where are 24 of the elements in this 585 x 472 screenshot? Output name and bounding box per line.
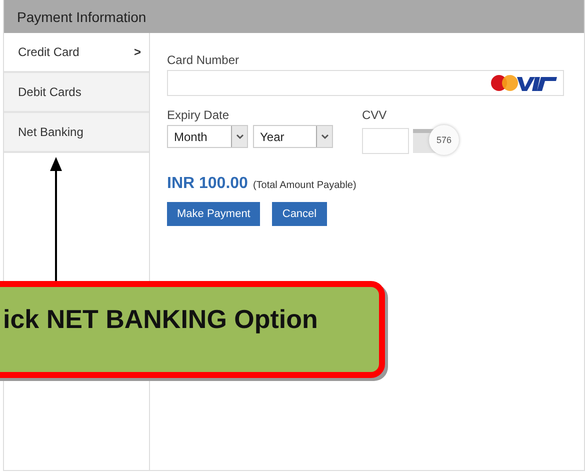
year-select[interactable]: Year (253, 125, 333, 148)
callout-text: ick NET BANKING Option (3, 304, 318, 335)
panel-title: Payment Information (17, 8, 146, 24)
card-number-label: Card Number (167, 53, 240, 67)
arrow-icon (49, 157, 63, 283)
form-button[interactable]: Make Payment (167, 202, 260, 226)
cvv-field[interactable] (362, 128, 409, 154)
card-number-field[interactable] (167, 70, 564, 96)
cvv-hint: 576 (436, 135, 452, 145)
form-button[interactable]: Cancel (272, 202, 327, 226)
item-label: Debit Cards (18, 85, 82, 99)
month-select[interactable]: Month (167, 125, 248, 148)
amount-note: (Total Amount Payable) (252, 180, 356, 191)
sidebar-item[interactable]: Debit Cards (4, 73, 149, 113)
sidebar-item[interactable]: Net Banking (4, 113, 149, 153)
item-label: Credit Card (18, 45, 80, 59)
cvv-label: CVV (362, 108, 388, 122)
card-brands-icon (491, 74, 559, 92)
dropdown-icon (316, 126, 332, 147)
item-label: Net Banking (18, 125, 84, 139)
amount: INR 100.00 (167, 175, 248, 193)
chevron-icon: > (134, 45, 141, 59)
expiry-date-label: Expiry Date (167, 108, 230, 122)
dropdown-icon (231, 126, 247, 147)
